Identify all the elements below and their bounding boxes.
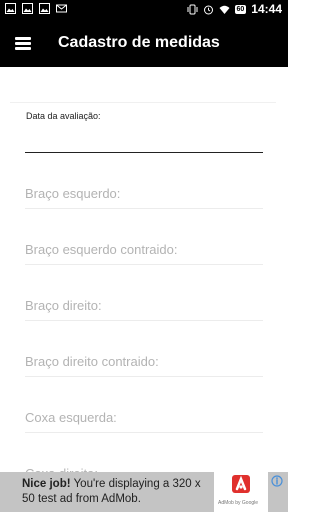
status-time: 14:44 [251, 2, 282, 16]
form-container[interactable]: Data da avaliação: [0, 67, 288, 472]
notification-icons [5, 3, 67, 14]
right-arm-flexed-field[interactable] [25, 347, 263, 377]
ad-brand: AdMob by Google [218, 500, 259, 506]
ad-text: Nice job! You're displaying a 320 x 50 t… [22, 477, 212, 507]
image-icon [22, 3, 33, 14]
admob-logo-icon [232, 475, 250, 493]
alarm-icon [203, 5, 213, 14]
divider [10, 102, 276, 103]
date-label: Data da avaliação: [26, 111, 101, 121]
mail-icon [56, 4, 67, 13]
image-icon [5, 3, 16, 14]
app-bar: Cadastro de medidas [0, 20, 288, 67]
left-arm-field[interactable] [25, 179, 263, 209]
wifi-icon [219, 5, 229, 14]
vibrate-icon [187, 4, 197, 14]
image-icon [39, 3, 50, 14]
info-icon[interactable] [270, 474, 284, 488]
hamburger-icon[interactable] [12, 32, 34, 54]
left-thigh-field[interactable] [25, 403, 263, 433]
right-arm-field[interactable] [25, 291, 263, 321]
status-bar: 60 14:44 [0, 0, 288, 20]
battery-icon: 60 [234, 4, 247, 14]
system-icons: 60 14:44 [187, 2, 282, 16]
page-title: Cadastro de medidas [58, 34, 220, 51]
ad-headline: Nice job! [22, 478, 71, 490]
date-field[interactable] [25, 125, 263, 153]
ad-banner[interactable]: Nice job! You're displaying a 320 x 50 t… [0, 472, 288, 512]
left-arm-flexed-field[interactable] [25, 235, 263, 265]
right-thigh-field[interactable] [25, 459, 263, 472]
